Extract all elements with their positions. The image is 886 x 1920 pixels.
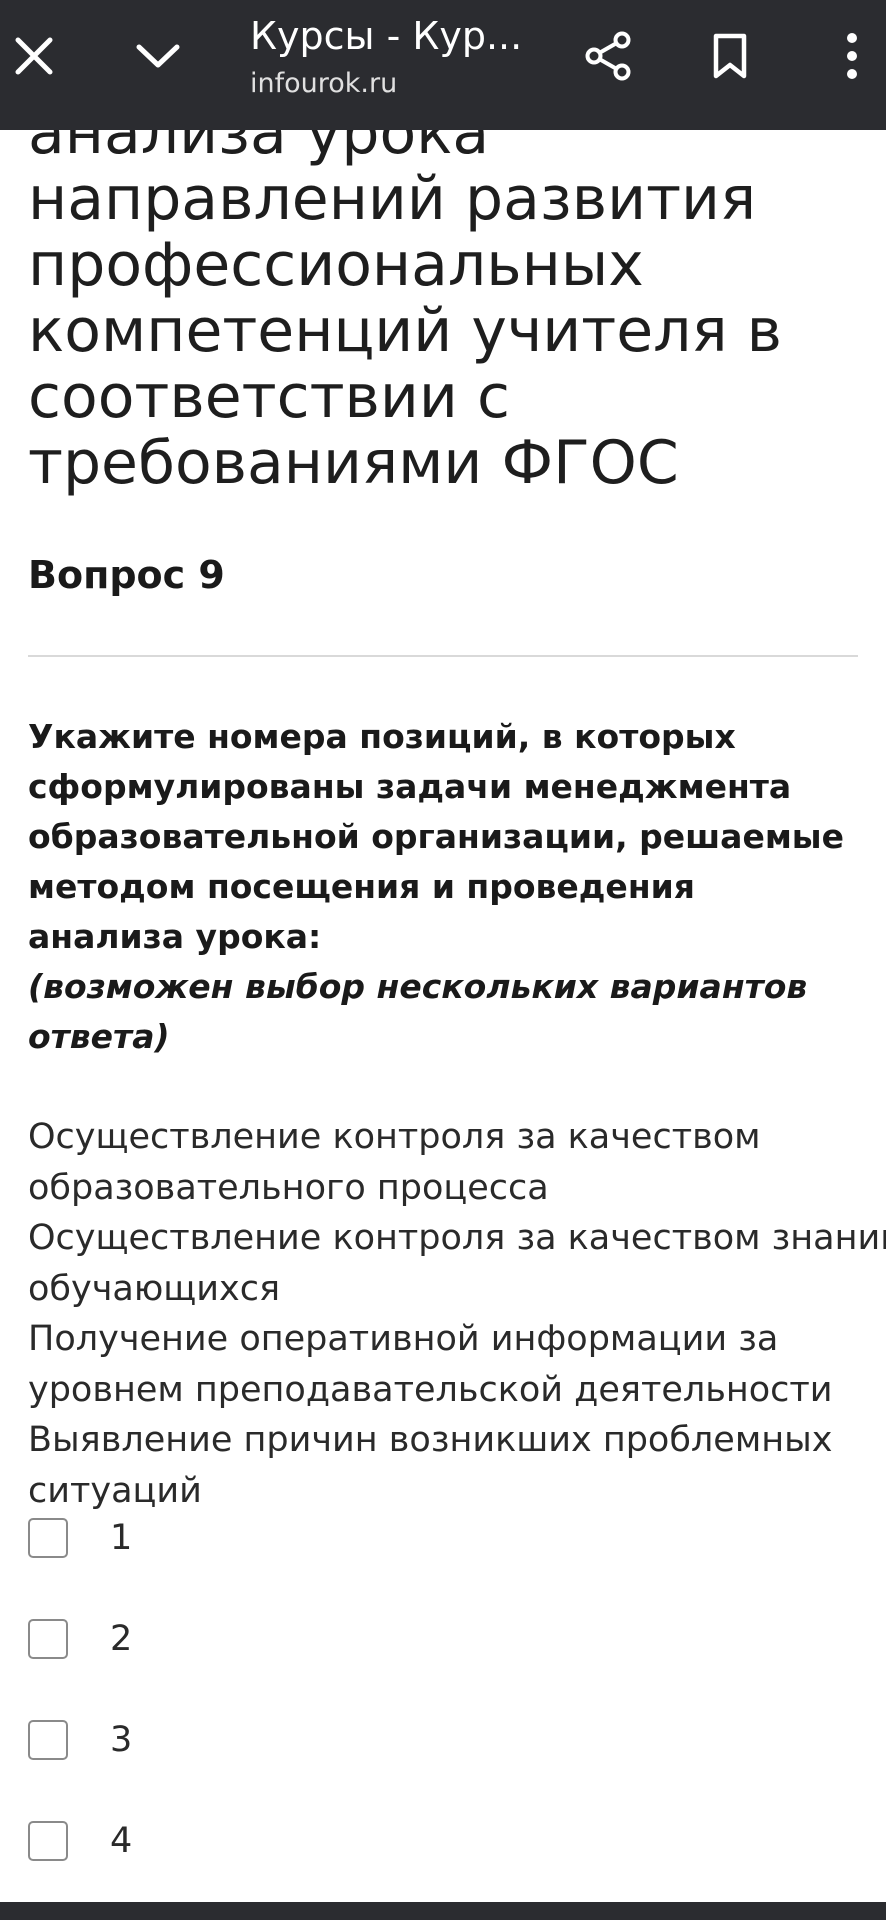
heading-line: направлений развития (28, 164, 757, 234)
answer-choice-4[interactable]: 4 (28, 1816, 328, 1866)
heading-line: компетенций учителя в (28, 296, 783, 366)
divider (28, 655, 858, 657)
course-heading: анализа урока направлений развития профе… (28, 100, 858, 496)
question-line: Укажите номера позиций, в которых (28, 717, 736, 756)
more-vertical-icon (847, 33, 857, 79)
close-button[interactable] (0, 20, 70, 92)
page-title: Курсы - Кур... (250, 14, 523, 58)
question-number: Вопрос 9 (28, 553, 225, 597)
minimize-button[interactable] (122, 20, 194, 92)
answer-choice-1[interactable]: 1 (28, 1513, 328, 1563)
answer-checkbox[interactable] (28, 1518, 68, 1558)
option-line: образовательного процесса (28, 1167, 549, 1208)
question-text: Укажите номера позиций, в которых сформу… (28, 712, 868, 1062)
page: Курсы - Кур... infourok.ru анализа урока… (0, 0, 886, 1920)
heading-line: соответствии с (28, 362, 510, 432)
bookmark-icon (713, 33, 747, 79)
option-line: Выявление причин возникших проблемных (28, 1420, 833, 1460)
question-line: анализа урока: (28, 917, 322, 956)
option-line: Получение оперативной информации за (28, 1319, 779, 1359)
bottom-bar (0, 1902, 886, 1920)
option-line: ситуаций (28, 1470, 202, 1511)
close-icon (15, 37, 53, 75)
option-line: Осуществление контроля за качеством (28, 1117, 761, 1157)
answer-label: 1 (110, 1518, 133, 1558)
option-line: Осуществление контроля за качеством знан… (28, 1218, 886, 1258)
answer-label: 2 (110, 1619, 133, 1659)
option-line: обучающихся (28, 1268, 281, 1309)
heading-line: требованиями ФГОС (28, 428, 679, 498)
question-line: методом посещения и проведения (28, 867, 695, 906)
answer-choice-3[interactable]: 3 (28, 1715, 328, 1765)
browser-toolbar: Курсы - Кур... infourok.ru (0, 0, 886, 130)
question-line: сформулированы задачи менеджмента (28, 767, 792, 806)
options-list: Осуществление контроля за качеством обра… (28, 1112, 886, 1516)
question-note-line: ответа) (28, 1017, 170, 1056)
answer-label: 3 (110, 1720, 133, 1760)
chevron-down-icon (136, 44, 180, 68)
answer-checkbox[interactable] (28, 1821, 68, 1861)
question-line: образовательной организации, решаемые (28, 817, 845, 856)
share-icon (585, 31, 631, 81)
share-button[interactable] (572, 20, 644, 92)
answer-checkbox[interactable] (28, 1619, 68, 1659)
heading-line: профессиональных (28, 230, 644, 300)
question-note-line: (возможен выбор нескольких вариантов (28, 967, 808, 1006)
bookmark-button[interactable] (694, 20, 766, 92)
answer-label: 4 (110, 1821, 133, 1861)
more-menu-button[interactable] (816, 20, 886, 92)
answer-checkbox[interactable] (28, 1720, 68, 1760)
option-line: уровнем преподавательской деятельности (28, 1369, 833, 1410)
answer-choice-2[interactable]: 2 (28, 1614, 328, 1664)
page-url: infourok.ru (250, 68, 398, 99)
